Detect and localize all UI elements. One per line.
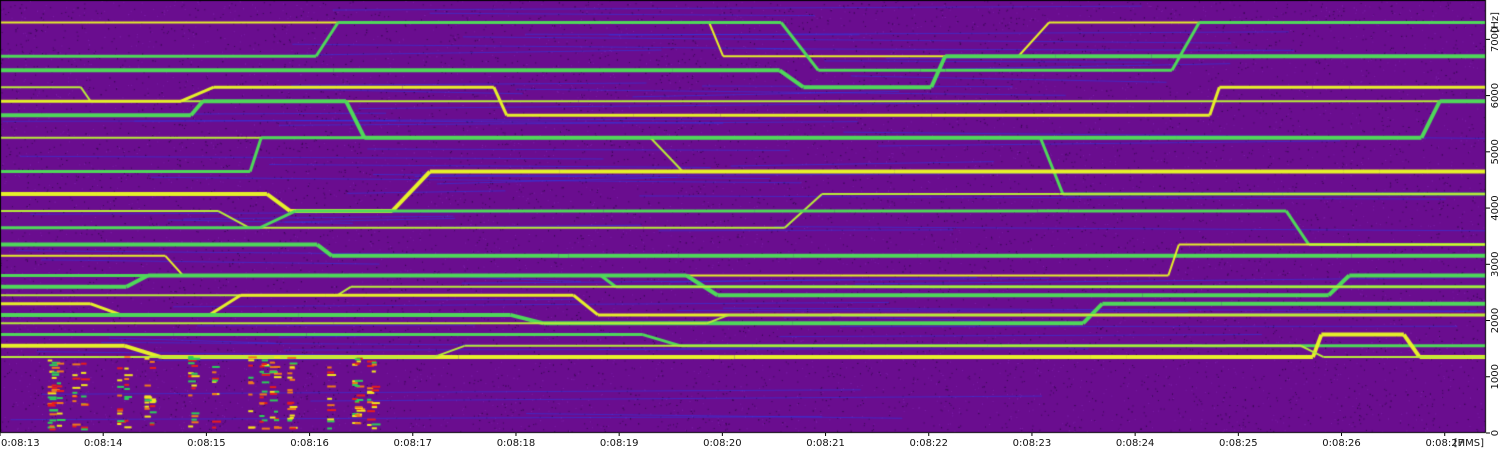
y-tick-label-1: 1000: [1490, 364, 1501, 389]
y-tick-label-3: 3000: [1490, 252, 1501, 277]
y-tick-label-4: 4000: [1490, 195, 1501, 220]
x-tick-label-2: 0:08:15: [187, 438, 226, 449]
x-tick-label-11: 0:08:24: [1116, 438, 1155, 449]
x-tick-label-0: 0:08:13: [1, 438, 40, 449]
x-tick-label-9: 0:08:22: [909, 438, 948, 449]
x-tick-label-6: 0:08:19: [600, 438, 639, 449]
y-tick-label-6: 6000: [1490, 83, 1501, 108]
y-axis: [Hz] 01000200030004000500060007000: [1486, 12, 1501, 436]
x-tick-label-7: 0:08:20: [703, 438, 742, 449]
x-tick-label-5: 0:08:18: [497, 438, 536, 449]
x-tick-label-14: 0:08:27: [1425, 438, 1464, 449]
x-tick-label-12: 0:08:25: [1219, 438, 1258, 449]
x-tick-label-4: 0:08:17: [393, 438, 432, 449]
x-tick-label-13: 0:08:26: [1322, 438, 1361, 449]
y-tick-label-5: 5000: [1490, 139, 1501, 164]
x-tick-label-3: 0:08:16: [290, 438, 329, 449]
y-tick-label-0: 0: [1490, 430, 1501, 436]
spectrogram-view: [Hz] 0 1000 2000 3000 4000 5000 6000 7000 [HMS]…: [0, 0, 1501, 450]
y-tick-label-2: 2000: [1490, 308, 1501, 333]
x-tick-label-10: 0:08:23: [1013, 438, 1052, 449]
y-tick-label-7: 7000: [1490, 27, 1501, 52]
x-axis: [HMS] 0:08:13 0:08:14 0:08:15 0:08:16 0:08:1…: [0, 433, 1484, 449]
x-tick-label-1: 0:08:14: [84, 438, 123, 449]
axes-overlay: [Hz] 01000200030004000500060007000 [HMS]…: [0, 12, 1501, 449]
x-tick-label-8: 0:08:21: [806, 438, 845, 449]
